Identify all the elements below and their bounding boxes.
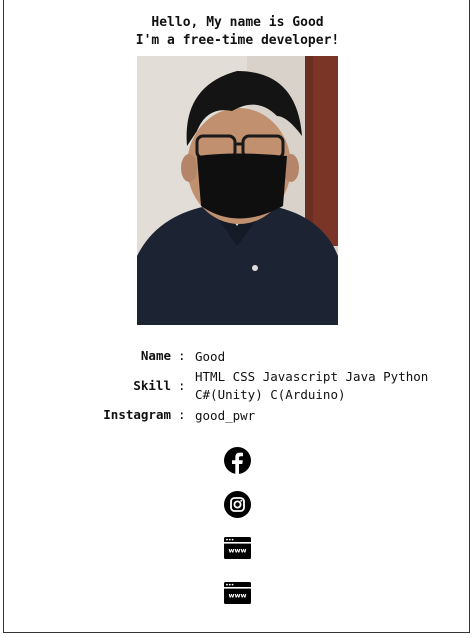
name-separator: : bbox=[178, 348, 186, 363]
greeting: Hello, My name is Good I'm a free-time d… bbox=[0, 14, 475, 50]
skill-separator: : bbox=[178, 378, 186, 393]
skill-value: HTML CSS Javascript Java Python C#(Unity… bbox=[195, 368, 465, 404]
instagram-icon bbox=[224, 491, 251, 518]
profile-photo bbox=[137, 56, 338, 325]
instagram-label: Instagram bbox=[103, 407, 171, 422]
name-value: Good bbox=[195, 349, 226, 364]
name-label: Name bbox=[140, 348, 171, 363]
instagram-link[interactable] bbox=[224, 491, 251, 518]
skill-line-1: HTML CSS Javascript Java Python bbox=[195, 369, 429, 384]
svg-text:www: www bbox=[228, 547, 246, 555]
facebook-icon bbox=[224, 447, 251, 474]
facebook-link[interactable] bbox=[224, 447, 251, 474]
website-link-2[interactable]: www bbox=[224, 580, 251, 607]
website-link-1[interactable]: www bbox=[224, 535, 251, 562]
svg-text:www: www bbox=[228, 592, 246, 600]
instagram-separator: : bbox=[178, 407, 186, 422]
greeting-line-1: Hello, My name is Good bbox=[151, 15, 324, 30]
greeting-line-2: I'm a free-time developer! bbox=[135, 33, 340, 48]
skill-line-2: C#(Unity) C(Arduino) bbox=[195, 387, 346, 402]
skill-label: Skill bbox=[133, 378, 171, 393]
website-icon: www bbox=[224, 537, 251, 559]
website-icon: www bbox=[224, 582, 251, 604]
instagram-value: good_pwr bbox=[195, 408, 256, 423]
